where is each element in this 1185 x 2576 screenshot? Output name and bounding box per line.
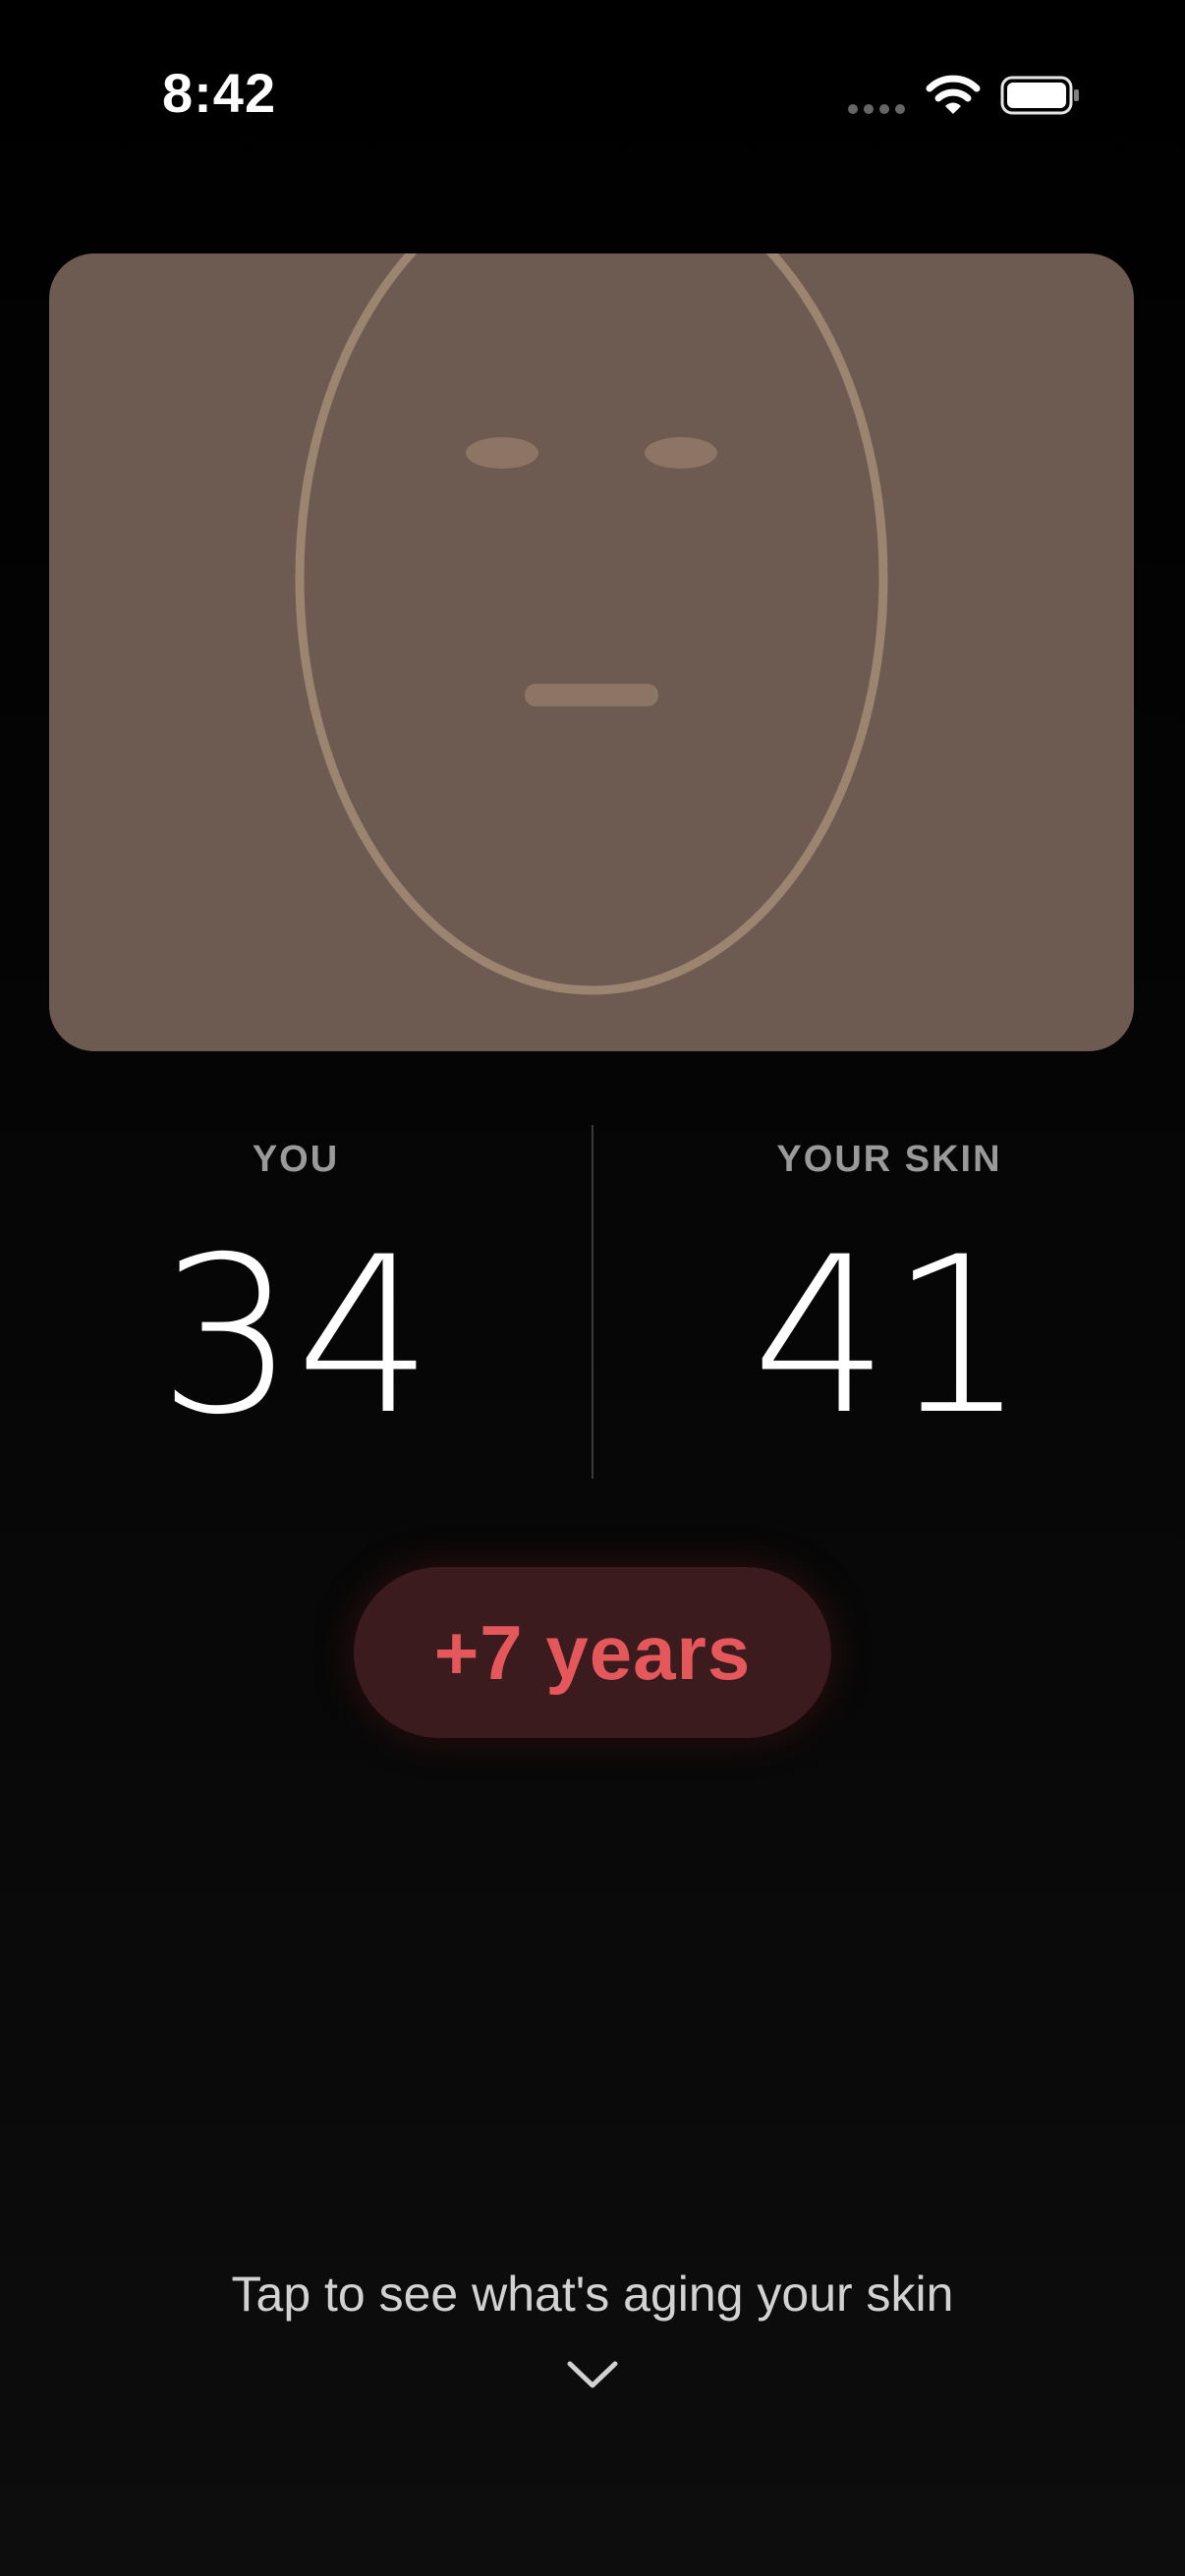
age-difference-text: +7 years: [433, 1608, 752, 1696]
age-difference-badge: +7 years: [354, 1567, 831, 1738]
age-comparison: YOU 34 YOUR SKIN 41: [0, 1125, 1185, 1479]
mouth: [525, 684, 658, 706]
your-age-column: YOU 34: [0, 1125, 592, 1449]
see-aging-factors-prompt[interactable]: Tap to see what's aging your skin: [0, 2266, 1185, 2323]
status-time: 8:42: [162, 62, 277, 124]
status-bar: 8:42: [0, 0, 1185, 187]
skin-age-label: YOUR SKIN: [776, 1139, 1002, 1180]
battery-icon: [1000, 76, 1079, 115]
your-age-value: 34: [158, 1210, 433, 1462]
wifi-icon: [926, 75, 981, 114]
cellular-signal-icon: [848, 104, 905, 114]
left-eye: [466, 437, 538, 469]
skin-age-column: YOUR SKIN 41: [593, 1125, 1185, 1449]
right-eye: [645, 437, 717, 469]
skin-age-value: 41: [752, 1210, 1027, 1462]
face-preview-card: [49, 253, 1134, 1051]
screen: 8:42 YOU 34 YOUR SKIN 41 +7 years Tap to…: [0, 0, 1185, 2576]
chevron-down-icon[interactable]: [566, 2358, 619, 2391]
face-outline-icon: [295, 253, 888, 995]
your-age-label: YOU: [252, 1139, 340, 1180]
